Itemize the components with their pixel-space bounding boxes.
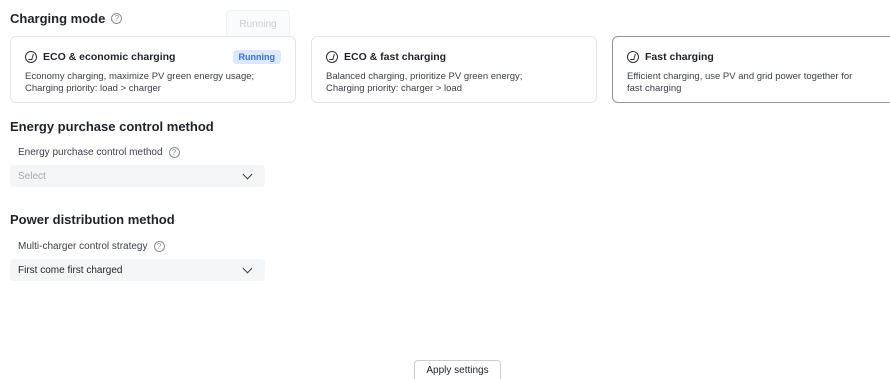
power-distribution-heading: Power distribution method: [10, 212, 175, 227]
running-badge: Running: [232, 50, 281, 64]
running-tooltip-ghost: Running: [226, 10, 290, 38]
fast-charging-icon: [627, 51, 639, 63]
card-description: Economy charging, maximize PV green ener…: [25, 71, 281, 95]
card-eco-economic-charging[interactable]: ECO & economic charging Running Economy …: [10, 36, 296, 103]
apply-settings-button[interactable]: Apply settings: [414, 360, 501, 379]
card-fast-charging[interactable]: Fast charging Efficient charging, use PV…: [612, 36, 890, 103]
field-label-text: Energy purchase control method: [18, 147, 163, 158]
select-value: First come first charged: [18, 264, 123, 276]
multi-charger-field-label: Multi-charger control strategy ?: [18, 241, 165, 252]
card-desc-line: Charging priority: charger > load: [326, 83, 462, 94]
card-title: ECO & fast charging: [344, 51, 447, 63]
eco-leaf-icon: [25, 51, 37, 63]
card-desc-line: Economy charging, maximize PV green ener…: [25, 71, 255, 82]
card-desc-line: fast charging: [627, 83, 682, 94]
card-description: Efficient charging, use PV and grid powe…: [627, 71, 883, 95]
charging-mode-heading: Charging mode ?: [10, 11, 123, 26]
card-desc-line: Efficient charging, use PV and grid powe…: [627, 71, 853, 82]
card-desc-line: Charging priority: load > charger: [25, 83, 161, 94]
charging-mode-title: Charging mode: [10, 11, 106, 26]
field-label-text: Multi-charger control strategy: [18, 241, 148, 252]
card-description: Balanced charging, prioritize PV green e…: [326, 71, 582, 95]
card-desc-line: Balanced charging, prioritize PV green e…: [326, 71, 523, 82]
help-icon[interactable]: ?: [153, 241, 165, 252]
energy-purchase-heading: Energy purchase control method: [10, 119, 214, 134]
card-title: ECO & economic charging: [43, 51, 176, 63]
chevron-down-icon: [242, 169, 253, 179]
energy-purchase-field-label: Energy purchase control method ?: [18, 147, 180, 158]
help-icon[interactable]: ?: [168, 147, 180, 158]
multi-charger-strategy-select[interactable]: First come first charged: [10, 259, 265, 281]
select-placeholder: Select: [18, 170, 46, 182]
chevron-down-icon: [242, 263, 253, 273]
card-eco-fast-charging[interactable]: ECO & fast charging Balanced charging, p…: [311, 36, 597, 103]
eco-fast-icon: [326, 51, 338, 63]
energy-purchase-select[interactable]: Select: [10, 165, 265, 187]
help-icon[interactable]: ?: [111, 13, 123, 24]
card-title: Fast charging: [645, 51, 714, 63]
